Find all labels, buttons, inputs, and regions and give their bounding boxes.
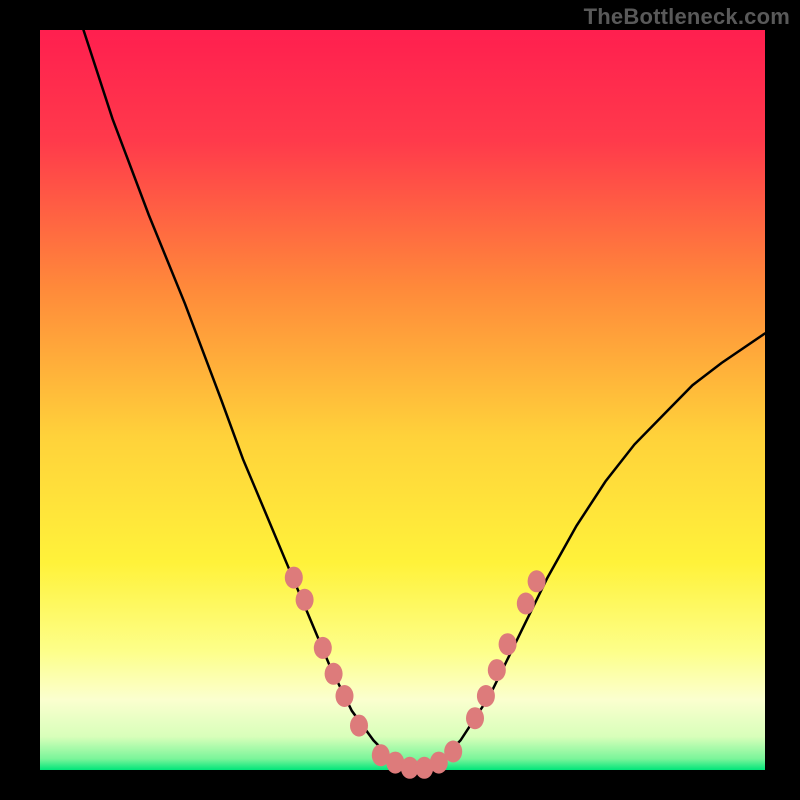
plot-background xyxy=(40,30,765,770)
chart-stage: TheBottleneck.com xyxy=(0,0,800,800)
bottleneck-chart xyxy=(0,0,800,800)
highlight-dot xyxy=(285,567,303,589)
highlight-dot xyxy=(477,685,495,707)
highlight-dot xyxy=(336,685,354,707)
watermark-text: TheBottleneck.com xyxy=(584,4,790,30)
highlight-dot xyxy=(499,633,517,655)
highlight-dot xyxy=(528,570,546,592)
highlight-dot xyxy=(466,707,484,729)
highlight-dot xyxy=(488,659,506,681)
highlight-dot xyxy=(444,741,462,763)
highlight-dot xyxy=(314,637,332,659)
highlight-dot xyxy=(296,589,314,611)
highlight-dot xyxy=(325,663,343,685)
highlight-dot xyxy=(350,715,368,737)
highlight-dot xyxy=(517,593,535,615)
